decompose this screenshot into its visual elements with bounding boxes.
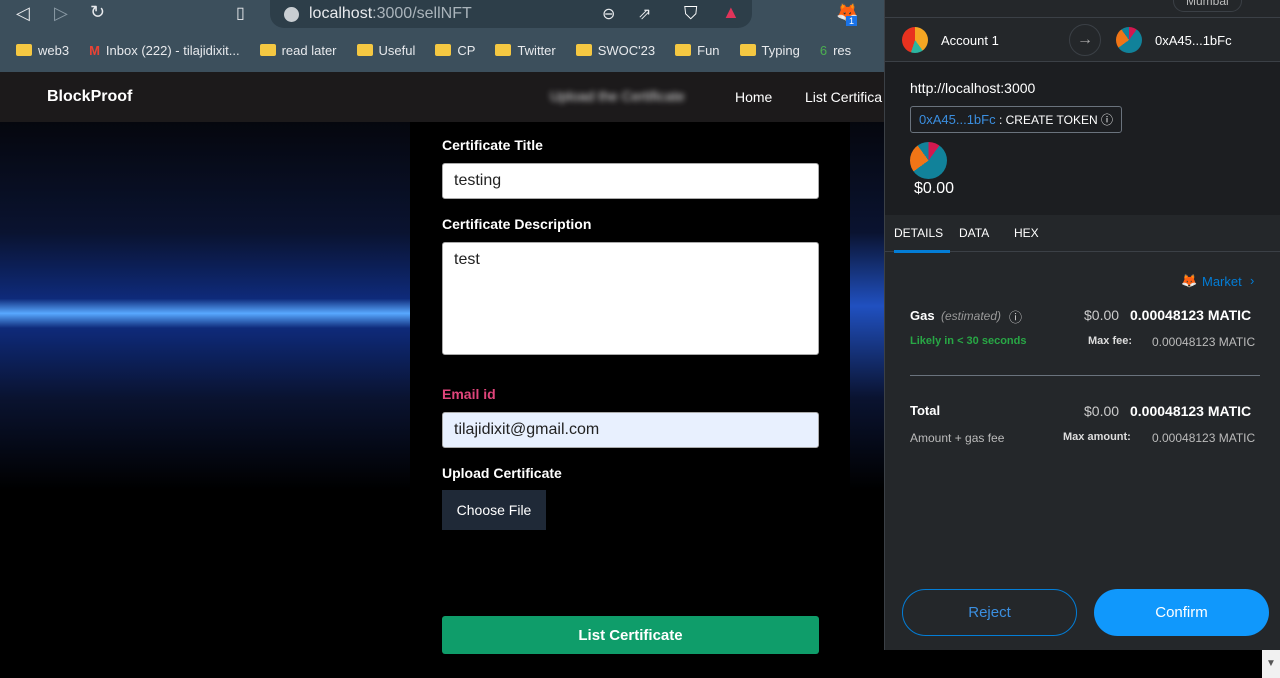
upload-label: Upload Certificate — [442, 465, 562, 481]
market-link[interactable]: Market — [1202, 274, 1242, 289]
share-icon[interactable]: ⇗ — [638, 4, 651, 24]
nav-home[interactable]: Home — [735, 89, 772, 105]
bookmarks-bar: web3 M Inbox (222) - tilajidixit... read … — [16, 38, 851, 62]
divider — [910, 375, 1260, 376]
folder-icon — [259, 44, 276, 56]
site-navbar: BlockProof Upload the Certificate Home L… — [0, 72, 884, 122]
tab-hex[interactable]: HEX — [1014, 226, 1039, 240]
bookmark[interactable]: web3 — [38, 43, 69, 58]
reload-icon[interactable]: ↻ — [90, 2, 105, 23]
bookmark[interactable]: Inbox (222) - tilajidixit... — [106, 43, 240, 58]
recipient-avatar — [1116, 27, 1142, 53]
nav-list[interactable]: List Certifica — [805, 89, 882, 105]
description-textarea[interactable]: test — [442, 242, 819, 355]
confirm-button[interactable]: Confirm — [1094, 589, 1269, 636]
scrollbar-down-arrow[interactable]: ▼ — [1262, 650, 1280, 678]
folder-icon — [495, 44, 512, 56]
nav-upload[interactable]: Upload the Certificate — [550, 88, 685, 104]
choose-file-button[interactable]: Choose File — [442, 490, 546, 530]
folder-icon — [16, 44, 32, 56]
metamask-popup: Mumbai Account 1 → 0xA45...1bFc http://l… — [884, 0, 1280, 650]
brave-rewards-icon[interactable]: ▲ — [722, 2, 740, 23]
email-label: Email id — [442, 386, 496, 402]
folder-icon — [675, 44, 692, 56]
chevron-right-icon[interactable]: › — [1250, 273, 1254, 288]
folder-icon — [435, 44, 452, 56]
contract-link[interactable]: 0xA45...1bFc — [919, 112, 996, 127]
list-certificate-button[interactable]: List Certificate — [442, 616, 819, 654]
bookmark[interactable]: Fun — [697, 43, 719, 58]
token-avatar — [910, 142, 947, 179]
bookmark[interactable]: SWOC'23 — [598, 43, 655, 58]
arrow-right-icon: → — [1069, 24, 1101, 56]
back-icon[interactable]: ◁ — [16, 3, 30, 24]
background-wave — [0, 122, 410, 490]
address-bar[interactable]: localhost:3000/sellNFT ⊖ ⇗ — [270, 0, 752, 28]
network-pill[interactable]: Mumbai — [1173, 0, 1242, 12]
origin: http://localhost:3000 — [910, 80, 1036, 96]
to-account[interactable]: 0xA45...1bFc — [1155, 33, 1232, 48]
bookmark[interactable]: CP — [457, 43, 475, 58]
leaf-icon: 6 — [819, 42, 828, 58]
email-input[interactable]: tilajidixit@gmail.com — [442, 412, 819, 448]
from-account: Account 1 — [941, 33, 999, 48]
bookmark[interactable]: res — [833, 43, 851, 58]
title-input[interactable]: testing — [442, 163, 819, 199]
method-badge: 0xA45...1bFc : CREATE TOKEN ⓘ — [910, 106, 1123, 133]
bookmark-icon[interactable]: ▯ — [236, 3, 245, 23]
bookmark[interactable]: Useful — [379, 43, 416, 58]
bookmark[interactable]: Typing — [762, 43, 800, 58]
brand-logo[interactable]: BlockProof — [47, 88, 132, 106]
gmail-icon: M — [89, 42, 100, 58]
bookmark[interactable]: Twitter — [517, 43, 555, 58]
forward-icon[interactable]: ▷ — [54, 3, 68, 24]
info-icon[interactable]: ⓘ — [1101, 113, 1113, 127]
info-icon[interactable]: ⓘ — [1009, 307, 1022, 326]
background-wave — [850, 122, 884, 490]
tab-data[interactable]: DATA — [959, 226, 989, 240]
title-label: Certificate Title — [442, 137, 543, 153]
folder-icon — [739, 44, 756, 56]
bookmark[interactable]: read later — [282, 43, 337, 58]
tab-details[interactable]: DETAILS — [894, 226, 950, 253]
tx-value: $0.00 — [914, 180, 955, 197]
reject-button[interactable]: Reject — [902, 589, 1077, 636]
info-icon — [284, 6, 299, 22]
fox-icon: 🦊 — [1181, 273, 1198, 288]
folder-icon — [356, 44, 373, 56]
folder-icon — [575, 44, 592, 56]
account-avatar — [902, 27, 928, 53]
brave-shield-icon[interactable]: ⛉ — [684, 3, 698, 24]
zoom-icon[interactable]: ⊖ — [602, 4, 615, 24]
description-label: Certificate Description — [442, 216, 592, 232]
